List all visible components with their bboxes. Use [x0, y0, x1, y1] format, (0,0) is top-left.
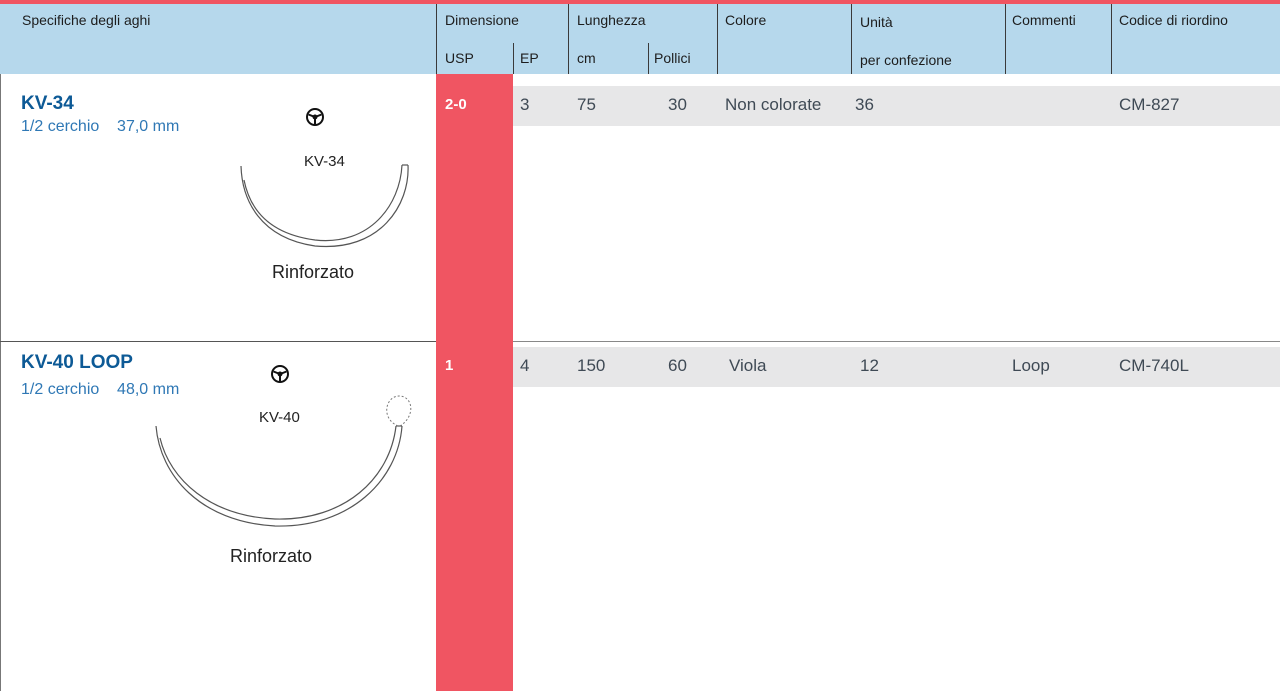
row-units: 36 [855, 95, 874, 114]
header-divider [1005, 4, 1006, 74]
needle-type: Rinforzato [230, 546, 313, 566]
row-comments: Loop [1012, 356, 1050, 375]
usp-column-highlight [436, 74, 513, 691]
header-color: Colore [725, 12, 767, 28]
needle-name: KV-40 LOOP [21, 352, 133, 373]
header-usp: USP [445, 50, 474, 66]
table-left-border [0, 74, 1, 691]
row-cm: 150 [577, 356, 606, 375]
row-color: Non colorate [725, 95, 822, 114]
header-dimension: Dimensione [445, 12, 519, 28]
header-divider [717, 4, 718, 74]
header-cm: cm [577, 50, 596, 66]
header-length: Lunghezza [577, 12, 646, 28]
header-reorder: Codice di riordino [1119, 12, 1228, 28]
header-divider [851, 4, 852, 74]
header-comments: Commenti [1012, 12, 1076, 28]
needle-curve-icon [240, 164, 409, 248]
header-divider [568, 4, 569, 74]
needle-name: KV-34 [21, 93, 74, 114]
row-cm: 75 [577, 95, 596, 114]
row-separator [0, 341, 436, 342]
header-inches: Pollici [654, 50, 691, 66]
looped-needle-curve-icon [155, 395, 412, 527]
row-units: 12 [860, 356, 879, 375]
needle-spec: 1/2 cerchio 37,0 mm [21, 118, 180, 135]
header-divider [1111, 4, 1112, 74]
taper-point-symbol-icon [306, 108, 324, 126]
row-ep: 3 [520, 95, 530, 114]
row-color: Viola [729, 356, 767, 375]
row-reorder: CM-740L [1119, 356, 1189, 375]
row-usp: 1 [445, 357, 454, 374]
row-inches: 30 [668, 95, 687, 114]
row-usp: 2-0 [445, 96, 467, 113]
header-units-line2: per confezione [860, 52, 952, 68]
row-ep: 4 [520, 356, 530, 375]
header-units-line1: Unità [860, 14, 893, 30]
header-divider [648, 43, 649, 74]
header-divider [513, 43, 514, 74]
needle-type: Rinforzato [272, 262, 355, 282]
taper-point-symbol-icon [271, 365, 289, 383]
header-specs: Specifiche degli aghi [22, 12, 151, 28]
row-separator [513, 341, 1280, 342]
row-inches: 60 [668, 356, 687, 375]
row-reorder: CM-827 [1119, 95, 1180, 114]
table-header: Specifiche degli aghi Dimensione USP EP … [0, 4, 1280, 74]
header-divider [436, 4, 437, 74]
header-ep: EP [520, 50, 539, 66]
